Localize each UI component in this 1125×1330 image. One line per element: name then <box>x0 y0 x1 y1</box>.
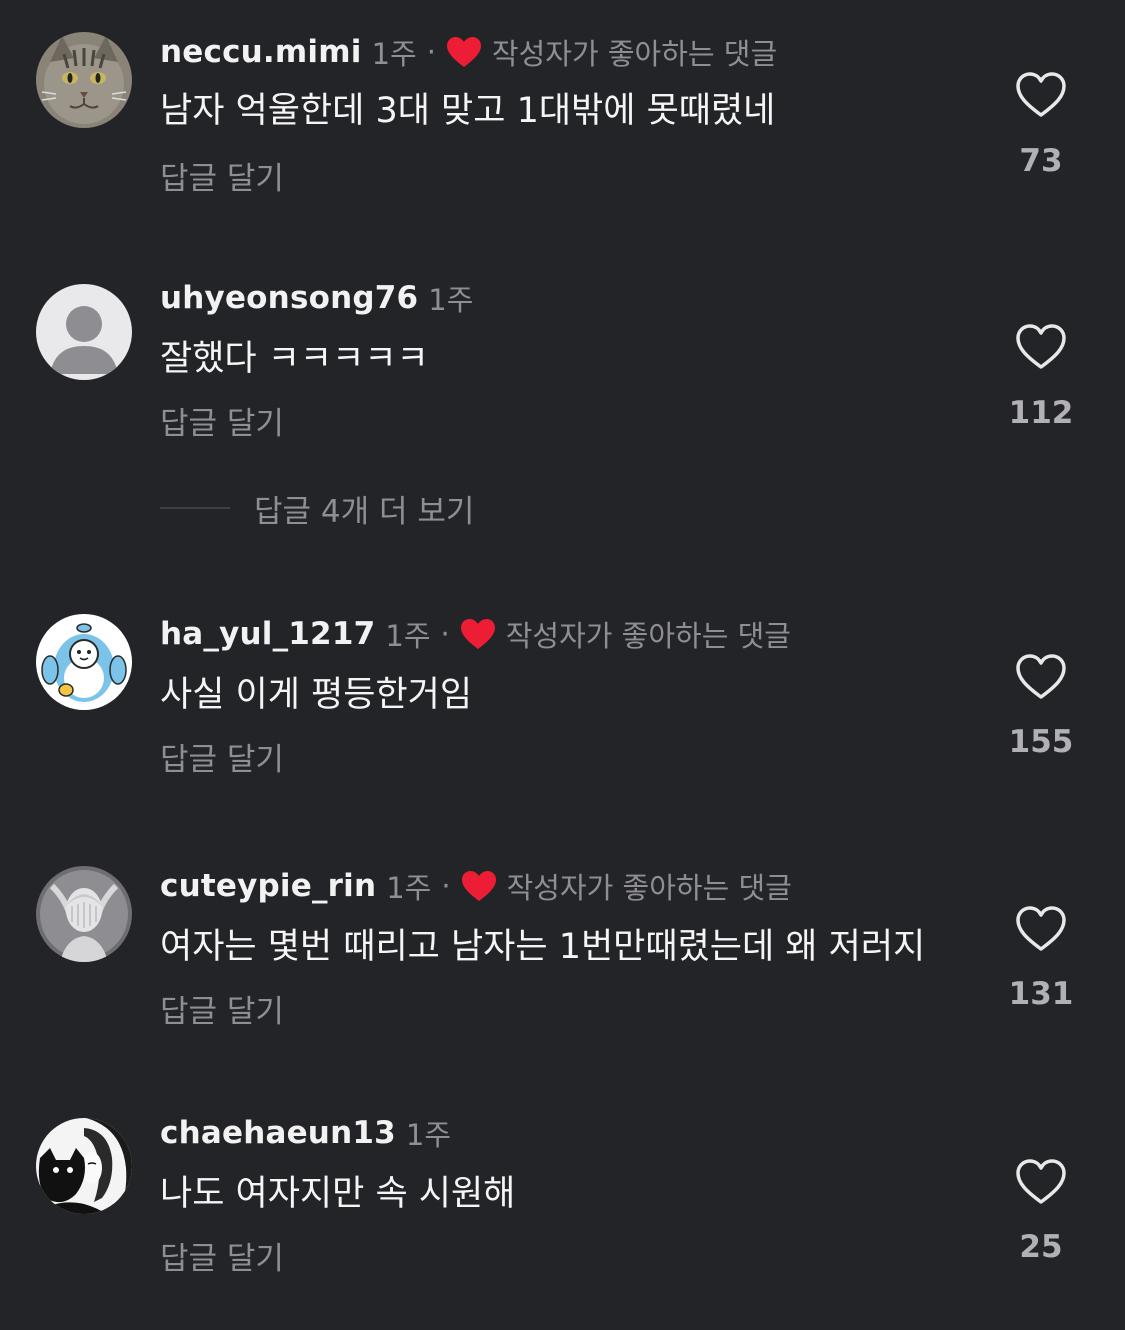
divider <box>160 507 230 509</box>
comment-text: 나도 여자지만 속 시원해 <box>160 1174 516 1214</box>
avatar[interactable] <box>36 614 132 710</box>
timestamp: 1주 <box>386 871 432 905</box>
avatar[interactable] <box>36 32 132 128</box>
like-count: 131 <box>1008 976 1074 1012</box>
comment-text: 사실 이게 평등한거임 <box>160 675 473 715</box>
view-more-replies-label: 답글 4개 더 보기 <box>254 493 475 530</box>
cat-photo-avatar-icon <box>36 32 132 128</box>
like-heart-icon[interactable] <box>1016 654 1066 700</box>
creator-liked-label: 작성자가 좋아하는 댓글 <box>505 619 791 653</box>
white-statue-avatar-icon <box>36 866 132 962</box>
default-person-avatar-icon <box>36 284 132 380</box>
like-heart-icon[interactable] <box>1016 1159 1066 1205</box>
timestamp: 1주 <box>385 619 431 653</box>
comment-meta: uhyeonsong76 1주 <box>160 278 473 318</box>
comment-text: 잘했다 ㅋㅋㅋㅋㅋ <box>160 339 429 379</box>
comment-meta: neccu.mimi 1주 · 작성자가 좋아하는 댓글 <box>160 32 777 72</box>
timestamp: 1주 <box>428 283 474 317</box>
comment-item: cuteypie_rin 1주 · 작성자가 좋아하는 댓글 여자는 몇번 때리… <box>0 866 1125 1066</box>
like-count: 25 <box>1019 1229 1063 1265</box>
manga-girl-with-cat-avatar-icon <box>36 1118 132 1214</box>
like-heart-icon[interactable] <box>1016 906 1066 952</box>
comment-item: chaehaeun13 1주 나도 여자지만 속 시원해 답글 달기 25 <box>0 1113 1125 1313</box>
like-count: 155 <box>1008 724 1074 760</box>
separator-dot: · <box>426 35 436 69</box>
comment-text: 남자 억울한데 3대 맞고 1대밖에 못때렸네 <box>160 91 776 131</box>
like-count: 112 <box>1008 395 1074 431</box>
timestamp: 1주 <box>371 37 417 71</box>
blue-penguin-avatar-icon <box>36 614 132 710</box>
separator-dot: · <box>441 869 451 903</box>
comment-item: neccu.mimi 1주 · 작성자가 좋아하는 댓글 남자 억울한데 3대 … <box>0 32 1125 232</box>
like-heart-icon[interactable] <box>1016 72 1066 118</box>
reply-button[interactable]: 답글 달기 <box>160 1233 284 1278</box>
reply-button[interactable]: 답글 달기 <box>160 986 284 1031</box>
creator-liked-heart-icon <box>460 619 495 649</box>
creator-liked-heart-icon <box>461 871 496 901</box>
creator-liked-heart-icon <box>446 37 481 67</box>
comment-text: 여자는 몇번 때리고 남자는 1번만때렸는데 왜 저러지 <box>160 927 926 967</box>
username[interactable]: uhyeonsong76 <box>160 280 418 316</box>
comment-meta: chaehaeun13 1주 <box>160 1113 451 1153</box>
like-count: 73 <box>1019 143 1063 179</box>
timestamp: 1주 <box>405 1118 452 1152</box>
username[interactable]: chaehaeun13 <box>160 1115 396 1151</box>
like-heart-icon[interactable] <box>1016 324 1066 370</box>
username[interactable]: cuteypie_rin <box>160 868 376 904</box>
username[interactable]: ha_yul_1217 <box>160 616 375 652</box>
creator-liked-label: 작성자가 좋아하는 댓글 <box>506 871 792 905</box>
comment-meta: ha_yul_1217 1주 · 작성자가 좋아하는 댓글 <box>160 614 791 654</box>
creator-liked-label: 작성자가 좋아하는 댓글 <box>491 37 778 71</box>
avatar[interactable] <box>36 284 132 380</box>
comments-list: neccu.mimi 1주 · 작성자가 좋아하는 댓글 남자 억울한데 3대 … <box>0 0 1125 1330</box>
avatar[interactable] <box>36 866 132 962</box>
comment-item: ha_yul_1217 1주 · 작성자가 좋아하는 댓글 사실 이게 평등한거… <box>0 614 1125 814</box>
separator-dot: · <box>440 617 450 651</box>
comment-item: uhyeonsong76 1주 잘했다 ㅋㅋㅋㅋㅋ 답글 달기 112 <box>0 278 1125 478</box>
comment-meta: cuteypie_rin 1주 · 작성자가 좋아하는 댓글 <box>160 866 792 906</box>
reply-button[interactable]: 답글 달기 <box>160 734 284 779</box>
reply-button[interactable]: 답글 달기 <box>160 153 284 198</box>
username[interactable]: neccu.mimi <box>160 34 362 70</box>
view-more-replies-button[interactable]: 답글 4개 더 보기 <box>160 488 475 530</box>
avatar[interactable] <box>36 1118 132 1214</box>
reply-button[interactable]: 답글 달기 <box>160 398 284 443</box>
